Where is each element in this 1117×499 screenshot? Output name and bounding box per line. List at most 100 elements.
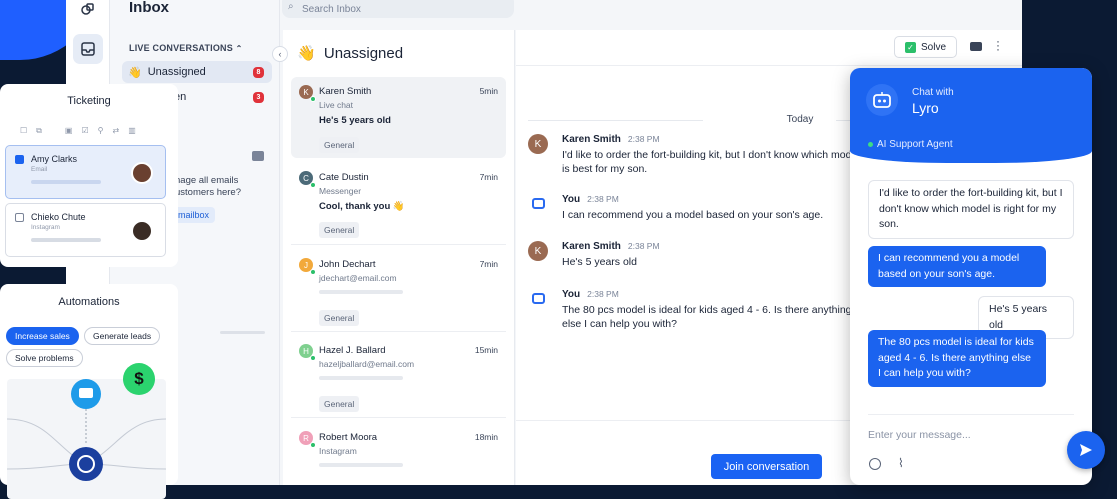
search-input[interactable]: ⌕ Search Inbox [282,0,514,18]
user-icon[interactable]: ⚲ [98,126,104,136]
list-item[interactable]: H Hazel J. Ballard 15min hazeljballard@e… [291,336,506,418]
lyro-chat-widget: Chat with Lyro AI Support Agent I'd like… [850,68,1092,485]
contact-name: Robert Moora [319,432,378,443]
list-item[interactable]: J John Dechart 7min jdechart@email.com G… [291,250,506,332]
emoji-icon[interactable] [869,458,881,470]
bot-bubble: I can recommend you a model based on you… [868,246,1046,287]
divider [868,414,1074,415]
unread-badge: 8 [253,66,264,78]
join-conversation-button[interactable]: Join conversation [711,454,822,479]
agent-name: Lyro [912,100,939,116]
avatar [131,162,153,184]
bot-icon [532,198,545,209]
ticket-channel: Email [31,166,48,173]
live-conversations-label[interactable]: LIVE CONVERSATIONS ⌃ [129,43,243,53]
avatar [131,220,153,242]
tag-general: General [319,396,360,412]
message-time: 2:38 PM [627,241,660,251]
check-square-icon: ✓ [904,41,916,53]
send-icon [1080,444,1092,456]
time-ago: 15min [474,345,498,355]
checkbox-icon[interactable]: ☐ [20,126,27,136]
connect-mailbox-button[interactable]: mailbox [172,207,216,223]
message-placeholder-bar [319,290,403,294]
tag-general: General [319,137,360,153]
sender-name: You [562,194,581,205]
inbox-title: Inbox [129,0,169,16]
automations-title: Automations [58,296,120,308]
ticketing-card: Ticketing ☐ ⧉ ▣ ☑ ⚲ ⇄ ▥ Amy Clarks Email… [0,84,178,267]
chat-message: K Karen Smith 2:38 PM I'd like to order t… [528,134,868,175]
send-button[interactable] [1067,431,1105,469]
time-ago: 18min [474,432,498,442]
attachment-icon[interactable]: ⌇ [898,456,904,470]
pill-generate-leads[interactable]: Generate leads [84,327,161,345]
side-promo-line-2: ustomers here? [175,187,242,198]
online-dot [310,269,316,275]
ticket-checkbox[interactable] [15,155,24,164]
list-item[interactable]: C Cate Dustin 7min Messenger Cool, thank… [291,163,506,245]
ticket-item[interactable]: Chieko Chute Instagram [5,203,166,257]
time-ago: 7min [479,172,498,182]
nav-item-label: Unassigned [147,66,206,78]
chevron-left-icon: ‹ [278,49,282,59]
online-dot [310,182,316,188]
lyro-bot-icon [866,84,898,116]
dollar-icon: $ [123,363,155,395]
flow-diagram [7,379,166,499]
wave-emoji-icon: 👋 [128,66,142,79]
ticket-checkbox[interactable] [15,213,24,222]
bot-icon [532,293,545,304]
list-item[interactable]: R Robert Moora 18min Instagram [291,423,506,485]
message-input[interactable]: Enter your message... [868,429,971,441]
channel: jdechart@email.com [319,273,397,283]
shapes-icon[interactable] [73,0,103,24]
chevron-up-icon: ⌃ [235,44,243,53]
divider [291,331,506,332]
check-icon[interactable]: ☑ [81,126,88,136]
lyro-header: Chat with Lyro AI Support Agent [850,68,1092,163]
contact-name: Karen Smith [319,86,372,97]
ticketing-title: Ticketing [67,95,111,107]
chat-with-label: Chat with [912,87,954,98]
ticket-item[interactable]: Amy Clarks Email [5,145,166,199]
chat-message: K Karen Smith 2:38 PM He's 5 years old [528,241,868,271]
channel: Live chat [319,100,354,110]
placeholder-bar [220,331,265,334]
inbox-icon[interactable] [73,34,103,64]
message-text: The 80 pcs model is ideal for kids aged … [562,304,852,330]
online-dot [310,442,316,448]
list-item[interactable]: K Karen Smith 5min Live chat He's 5 year… [291,77,506,158]
time-ago: 7min [479,259,498,269]
divider [291,244,506,245]
sender-name: You [562,289,581,300]
merge-icon[interactable]: ⧉ [36,126,42,136]
contact-name: Cate Dustin [319,172,369,183]
bot-bubble: The 80 pcs model is ideal for kids aged … [868,330,1046,387]
solve-button[interactable]: ✓ Solve [894,36,957,58]
last-message: Cool, thank you 👋 [319,201,405,212]
nav-item-unassigned[interactable]: 👋 Unassigned 8 [122,61,272,83]
message-text: He's 5 years old [562,256,637,268]
ticket-icon[interactable] [970,42,982,51]
sender-name: Karen Smith [562,134,621,145]
ticket-toolbar: ☐ ⧉ ▣ ☑ ⚲ ⇄ ▥ [20,126,136,136]
ticket-name: Amy Clarks [31,154,78,164]
more-options-icon[interactable]: · · · [996,35,1000,55]
pill-solve-problems[interactable]: Solve problems [6,349,83,367]
last-message: He's 5 years old [319,115,391,126]
channel: hazeljballard@email.com [319,359,415,369]
ticket-icon[interactable] [252,151,264,161]
sender-name: Karen Smith [562,241,621,252]
share-icon[interactable]: ⇄ [112,126,119,136]
trash-icon[interactable]: ▥ [128,126,136,136]
placeholder-bar [31,180,101,184]
pill-increase-sales[interactable]: Increase sales [6,327,79,345]
contact-name: Hazel J. Ballard [319,345,386,356]
tag-general: General [319,310,360,326]
contact-name: John Dechart [319,259,376,270]
channel: Messenger [319,186,362,196]
agent-status: AI Support Agent [868,139,953,150]
collapse-panel-button[interactable]: ‹ [272,46,288,62]
image-icon[interactable]: ▣ [65,126,73,136]
